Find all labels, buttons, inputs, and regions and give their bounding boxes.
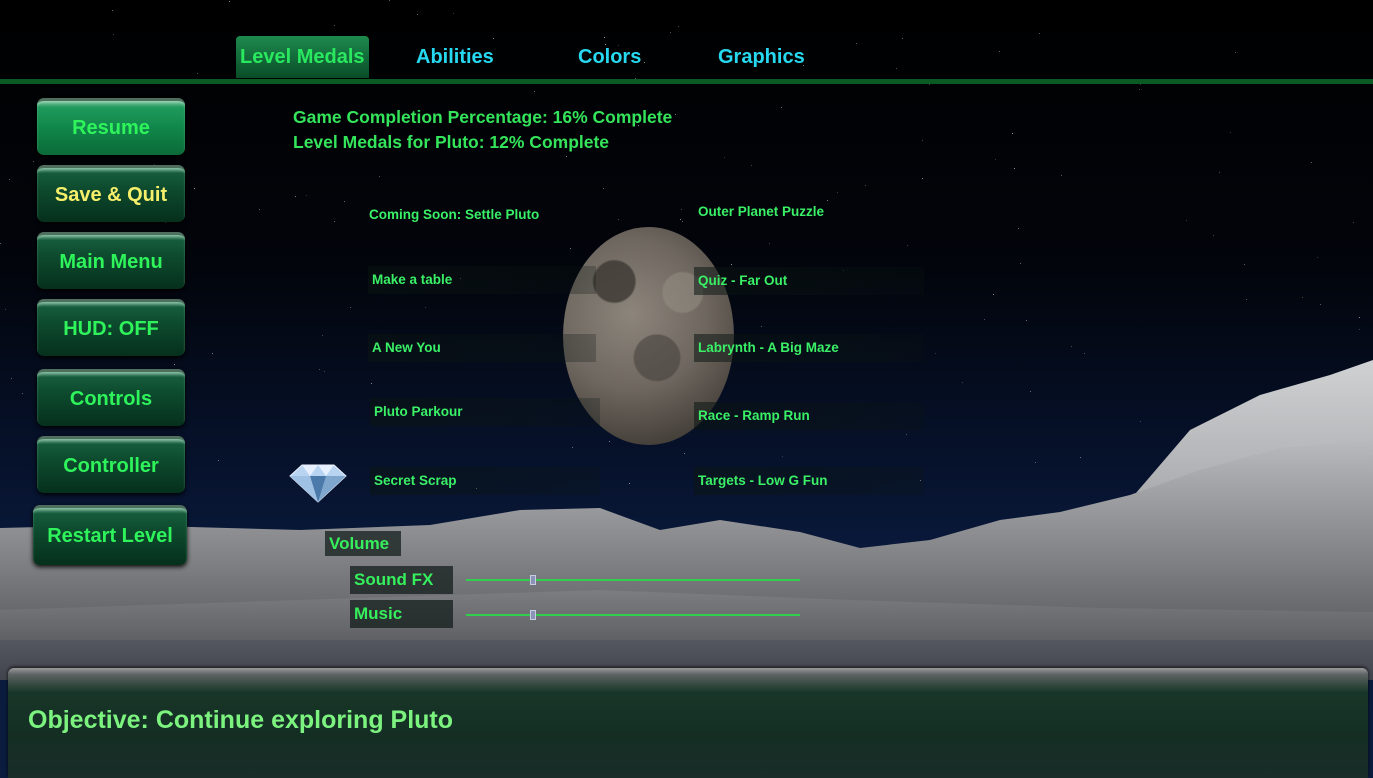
level-targets-low-g[interactable]: Targets - Low G Fun (694, 467, 924, 495)
level-pluto-parkour[interactable]: Pluto Parkour (370, 398, 600, 426)
objective-panel: Objective: Continue exploring Pluto (8, 668, 1368, 778)
restart-level-button[interactable]: Restart Level (33, 505, 187, 565)
main-menu-button[interactable]: Main Menu (37, 232, 185, 289)
objective-text: Objective: Continue exploring Pluto (28, 706, 454, 734)
level-outer-planet-puzzle[interactable]: Outer Planet Puzzle (694, 198, 924, 226)
music-slider-thumb[interactable] (529, 610, 536, 620)
save-quit-button[interactable]: Save & Quit (37, 165, 185, 222)
game-completion-text: Game Completion Percentage: 16% Complete (293, 107, 673, 127)
hud-toggle-button[interactable]: HUD: OFF (37, 299, 185, 356)
level-a-new-you[interactable]: A New You (368, 334, 596, 362)
level-coming-soon[interactable]: Coming Soon: Settle Pluto (365, 201, 595, 229)
tab-level-medals[interactable]: Level Medals (236, 36, 369, 78)
sound-fx-slider[interactable] (466, 579, 800, 581)
volume-title: Volume (325, 531, 401, 556)
controller-button[interactable]: Controller (37, 436, 185, 493)
tab-bar: Level Medals Abilities Colors Graphics (0, 0, 1373, 84)
level-medals-text: Level Medals for Pluto: 12% Complete (293, 132, 610, 152)
resume-button[interactable]: Resume (37, 98, 185, 155)
tab-colors[interactable]: Colors (574, 36, 645, 78)
level-race-ramp-run[interactable]: Race - Ramp Run (694, 402, 924, 430)
level-secret-scrap[interactable]: Secret Scrap (370, 467, 600, 495)
game-scene (0, 0, 1373, 778)
sound-fx-slider-thumb[interactable] (529, 575, 536, 585)
music-slider[interactable] (466, 614, 800, 616)
level-make-a-table[interactable]: Make a table (368, 266, 596, 294)
tab-graphics[interactable]: Graphics (714, 36, 809, 78)
controls-button[interactable]: Controls (37, 369, 185, 426)
sound-fx-label: Sound FX (350, 566, 453, 594)
snowy-terrain (0, 360, 1373, 680)
level-quiz-far-out[interactable]: Quiz - Far Out (694, 267, 924, 295)
diamond-medal-icon (289, 464, 347, 503)
music-label: Music (350, 600, 453, 628)
tab-abilities[interactable]: Abilities (412, 36, 498, 78)
level-labrynth[interactable]: Labrynth - A Big Maze (694, 334, 924, 362)
